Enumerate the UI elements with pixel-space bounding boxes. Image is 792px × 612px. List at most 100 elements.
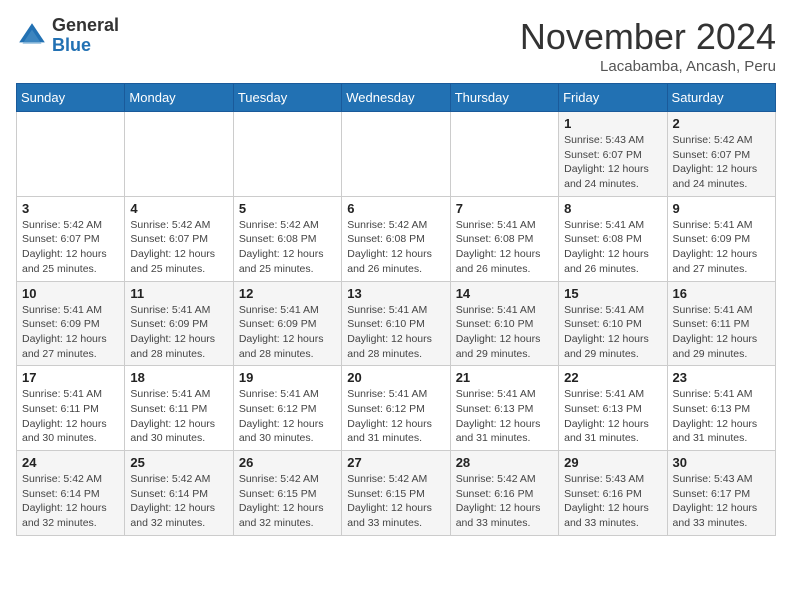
title-block: November 2024 Lacabamba, Ancash, Peru (520, 16, 776, 75)
calendar-table: SundayMondayTuesdayWednesdayThursdayFrid… (16, 83, 776, 536)
weekday-header: Saturday (667, 84, 775, 112)
day-info: Sunrise: 5:42 AM Sunset: 6:15 PM Dayligh… (239, 472, 336, 531)
day-info: Sunrise: 5:41 AM Sunset: 6:09 PM Dayligh… (673, 218, 770, 277)
day-info: Sunrise: 5:42 AM Sunset: 6:14 PM Dayligh… (22, 472, 119, 531)
day-number: 26 (239, 455, 336, 470)
location-subtitle: Lacabamba, Ancash, Peru (520, 58, 776, 75)
calendar-cell: 27Sunrise: 5:42 AM Sunset: 6:15 PM Dayli… (342, 451, 450, 536)
weekday-header: Friday (559, 84, 667, 112)
calendar-cell: 2 Sunrise: 5:42 AM Sunset: 6:07 PM Daylig… (667, 112, 775, 197)
day-number: 29 (564, 455, 661, 470)
calendar-cell (125, 112, 233, 197)
day-number: 6 (347, 201, 444, 216)
calendar-cell: 28 Sunrise: 5:42 AM Sunset: 6:16 PM Dayli… (450, 451, 558, 536)
day-number: 1 (564, 116, 661, 131)
day-info: Sunrise: 5:41 AM Sunset: 6:10 PM Dayligh… (564, 303, 661, 362)
calendar-week-row: 10Sunrise: 5:41 AM Sunset: 6:09 PM Dayli… (17, 281, 776, 366)
calendar-cell: 24 Sunrise: 5:42 AM Sunset: 6:14 PM Dayli… (17, 451, 125, 536)
logo-text: General Blue (52, 16, 119, 56)
calendar-cell: 20 Sunrise: 5:41 AM Sunset: 6:12 PM Dayli… (342, 366, 450, 451)
day-info: Sunrise: 5:42 AM Sunset: 6:08 PM Dayligh… (347, 218, 444, 277)
day-info: Sunrise: 5:41 AM Sunset: 6:11 PM Dayligh… (22, 387, 119, 446)
calendar-cell: 30 Sunrise: 5:43 AM Sunset: 6:17 PM Dayli… (667, 451, 775, 536)
calendar-cell: 16 Sunrise: 5:41 AM Sunset: 6:11 PM Dayli… (667, 281, 775, 366)
weekday-header: Wednesday (342, 84, 450, 112)
calendar-week-row: 3 Sunrise: 5:42 AM Sunset: 6:07 PM Daylig… (17, 196, 776, 281)
day-number: 16 (673, 286, 770, 301)
day-number: 3 (22, 201, 119, 216)
day-number: 8 (564, 201, 661, 216)
logo-blue: Blue (52, 35, 91, 55)
day-info: Sunrise: 5:41 AM Sunset: 6:11 PM Dayligh… (673, 303, 770, 362)
day-number: 21 (456, 370, 553, 385)
day-number: 4 (130, 201, 227, 216)
day-info: Sunrise: 5:41 AM Sunset: 6:12 PM Dayligh… (239, 387, 336, 446)
calendar-cell: 3 Sunrise: 5:42 AM Sunset: 6:07 PM Daylig… (17, 196, 125, 281)
day-number: 22 (564, 370, 661, 385)
calendar-week-row: 1 Sunrise: 5:43 AM Sunset: 6:07 PM Daylig… (17, 112, 776, 197)
calendar-cell: 1 Sunrise: 5:43 AM Sunset: 6:07 PM Daylig… (559, 112, 667, 197)
day-info: Sunrise: 5:43 AM Sunset: 6:17 PM Dayligh… (673, 472, 770, 531)
calendar-cell (342, 112, 450, 197)
day-number: 23 (673, 370, 770, 385)
day-number: 5 (239, 201, 336, 216)
day-number: 7 (456, 201, 553, 216)
day-number: 13 (347, 286, 444, 301)
day-number: 30 (673, 455, 770, 470)
day-number: 14 (456, 286, 553, 301)
day-number: 19 (239, 370, 336, 385)
weekday-header: Tuesday (233, 84, 341, 112)
calendar-cell: 7Sunrise: 5:41 AM Sunset: 6:08 PM Daylig… (450, 196, 558, 281)
day-number: 11 (130, 286, 227, 301)
calendar-cell: 4 Sunrise: 5:42 AM Sunset: 6:07 PM Daylig… (125, 196, 233, 281)
day-number: 24 (22, 455, 119, 470)
calendar-cell (450, 112, 558, 197)
calendar-cell: 25Sunrise: 5:42 AM Sunset: 6:14 PM Dayli… (125, 451, 233, 536)
day-number: 2 (673, 116, 770, 131)
month-title: November 2024 (520, 16, 776, 58)
weekday-header: Thursday (450, 84, 558, 112)
day-info: Sunrise: 5:41 AM Sunset: 6:13 PM Dayligh… (456, 387, 553, 446)
calendar-cell: 26 Sunrise: 5:42 AM Sunset: 6:15 PM Dayli… (233, 451, 341, 536)
calendar-cell: 29 Sunrise: 5:43 AM Sunset: 6:16 PM Dayli… (559, 451, 667, 536)
day-info: Sunrise: 5:43 AM Sunset: 6:07 PM Dayligh… (564, 133, 661, 192)
day-number: 20 (347, 370, 444, 385)
calendar-cell: 12Sunrise: 5:41 AM Sunset: 6:09 PM Dayli… (233, 281, 341, 366)
day-info: Sunrise: 5:42 AM Sunset: 6:16 PM Dayligh… (456, 472, 553, 531)
calendar-cell (17, 112, 125, 197)
day-info: Sunrise: 5:43 AM Sunset: 6:16 PM Dayligh… (564, 472, 661, 531)
calendar-cell: 8 Sunrise: 5:41 AM Sunset: 6:08 PM Daylig… (559, 196, 667, 281)
day-info: Sunrise: 5:41 AM Sunset: 6:12 PM Dayligh… (347, 387, 444, 446)
day-info: Sunrise: 5:42 AM Sunset: 6:15 PM Dayligh… (347, 472, 444, 531)
day-number: 15 (564, 286, 661, 301)
day-info: Sunrise: 5:42 AM Sunset: 6:07 PM Dayligh… (22, 218, 119, 277)
day-number: 28 (456, 455, 553, 470)
day-number: 17 (22, 370, 119, 385)
calendar-cell: 17 Sunrise: 5:41 AM Sunset: 6:11 PM Dayli… (17, 366, 125, 451)
calendar-cell: 22Sunrise: 5:41 AM Sunset: 6:13 PM Dayli… (559, 366, 667, 451)
calendar-cell: 23Sunrise: 5:41 AM Sunset: 6:13 PM Dayli… (667, 366, 775, 451)
calendar-cell: 19 Sunrise: 5:41 AM Sunset: 6:12 PM Dayli… (233, 366, 341, 451)
logo-general: General (52, 15, 119, 35)
day-info: Sunrise: 5:41 AM Sunset: 6:09 PM Dayligh… (22, 303, 119, 362)
logo-icon (16, 20, 48, 52)
day-info: Sunrise: 5:41 AM Sunset: 6:09 PM Dayligh… (239, 303, 336, 362)
day-info: Sunrise: 5:42 AM Sunset: 6:07 PM Dayligh… (130, 218, 227, 277)
day-info: Sunrise: 5:41 AM Sunset: 6:10 PM Dayligh… (456, 303, 553, 362)
weekday-header-row: SundayMondayTuesdayWednesdayThursdayFrid… (17, 84, 776, 112)
calendar-cell: 6 Sunrise: 5:42 AM Sunset: 6:08 PM Daylig… (342, 196, 450, 281)
weekday-header: Sunday (17, 84, 125, 112)
calendar-cell: 13Sunrise: 5:41 AM Sunset: 6:10 PM Dayli… (342, 281, 450, 366)
day-info: Sunrise: 5:42 AM Sunset: 6:07 PM Dayligh… (673, 133, 770, 192)
calendar-cell: 18 Sunrise: 5:41 AM Sunset: 6:11 PM Dayli… (125, 366, 233, 451)
calendar-cell: 21 Sunrise: 5:41 AM Sunset: 6:13 PM Dayli… (450, 366, 558, 451)
weekday-header: Monday (125, 84, 233, 112)
day-info: Sunrise: 5:42 AM Sunset: 6:14 PM Dayligh… (130, 472, 227, 531)
day-number: 18 (130, 370, 227, 385)
day-info: Sunrise: 5:41 AM Sunset: 6:09 PM Dayligh… (130, 303, 227, 362)
day-info: Sunrise: 5:41 AM Sunset: 6:11 PM Dayligh… (130, 387, 227, 446)
calendar-cell: 5Sunrise: 5:42 AM Sunset: 6:08 PM Daylig… (233, 196, 341, 281)
day-number: 9 (673, 201, 770, 216)
day-info: Sunrise: 5:41 AM Sunset: 6:08 PM Dayligh… (564, 218, 661, 277)
calendar-week-row: 24 Sunrise: 5:42 AM Sunset: 6:14 PM Dayli… (17, 451, 776, 536)
